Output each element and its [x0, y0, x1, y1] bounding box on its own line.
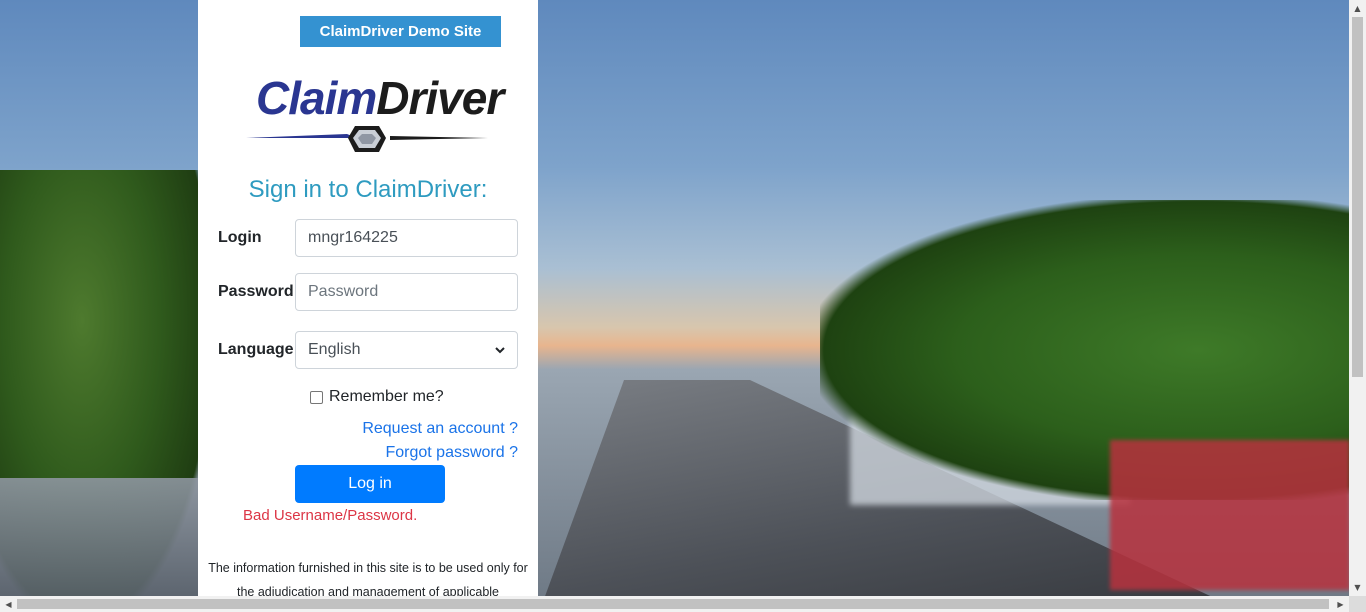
arrow-left-icon[interactable]: ◀ [0, 596, 17, 612]
arrow-down-icon[interactable]: ▼ [1349, 579, 1366, 596]
horizontal-scrollbar[interactable]: ◀ ▶ [0, 596, 1349, 612]
forgot-password-link[interactable]: Forgot password ? [385, 444, 518, 462]
login-input[interactable] [295, 219, 518, 257]
login-button[interactable]: Log in [295, 465, 445, 503]
login-label: Login [218, 229, 262, 246]
demo-site-badge: ClaimDriver Demo Site [300, 16, 501, 47]
error-message: Bad Username/Password. [243, 507, 418, 524]
vertical-scroll-thumb[interactable] [1352, 17, 1363, 377]
request-account-link[interactable]: Request an account ? [362, 420, 518, 438]
password-input[interactable] [295, 273, 518, 311]
sign-in-title: Sign in to ClaimDriver: [248, 176, 488, 203]
remember-me[interactable]: Remember me? [310, 388, 444, 406]
remember-label: Remember me? [329, 388, 444, 405]
horizontal-scroll-thumb[interactable] [17, 599, 1329, 609]
logo-swoosh-icon [246, 126, 488, 152]
password-label: Password [218, 283, 294, 300]
language-label: Language [218, 341, 294, 358]
login-panel: ClaimDriver Demo Site ClaimDriver Sign i… [198, 0, 538, 599]
bridge-rail [0, 478, 205, 596]
blurred-truck-red [1110, 440, 1349, 590]
arrow-up-icon[interactable]: ▲ [1349, 0, 1366, 17]
claimdriver-logo: ClaimDriver [242, 68, 504, 158]
remember-checkbox[interactable] [310, 390, 323, 404]
scrollbar-corner [1349, 596, 1366, 612]
language-select[interactable]: English [295, 331, 518, 369]
vertical-scrollbar[interactable]: ▲ ▼ [1349, 0, 1366, 596]
chevron-down-icon [495, 346, 505, 353]
arrow-right-icon[interactable]: ▶ [1332, 596, 1349, 612]
language-selected-value: English [308, 341, 361, 358]
